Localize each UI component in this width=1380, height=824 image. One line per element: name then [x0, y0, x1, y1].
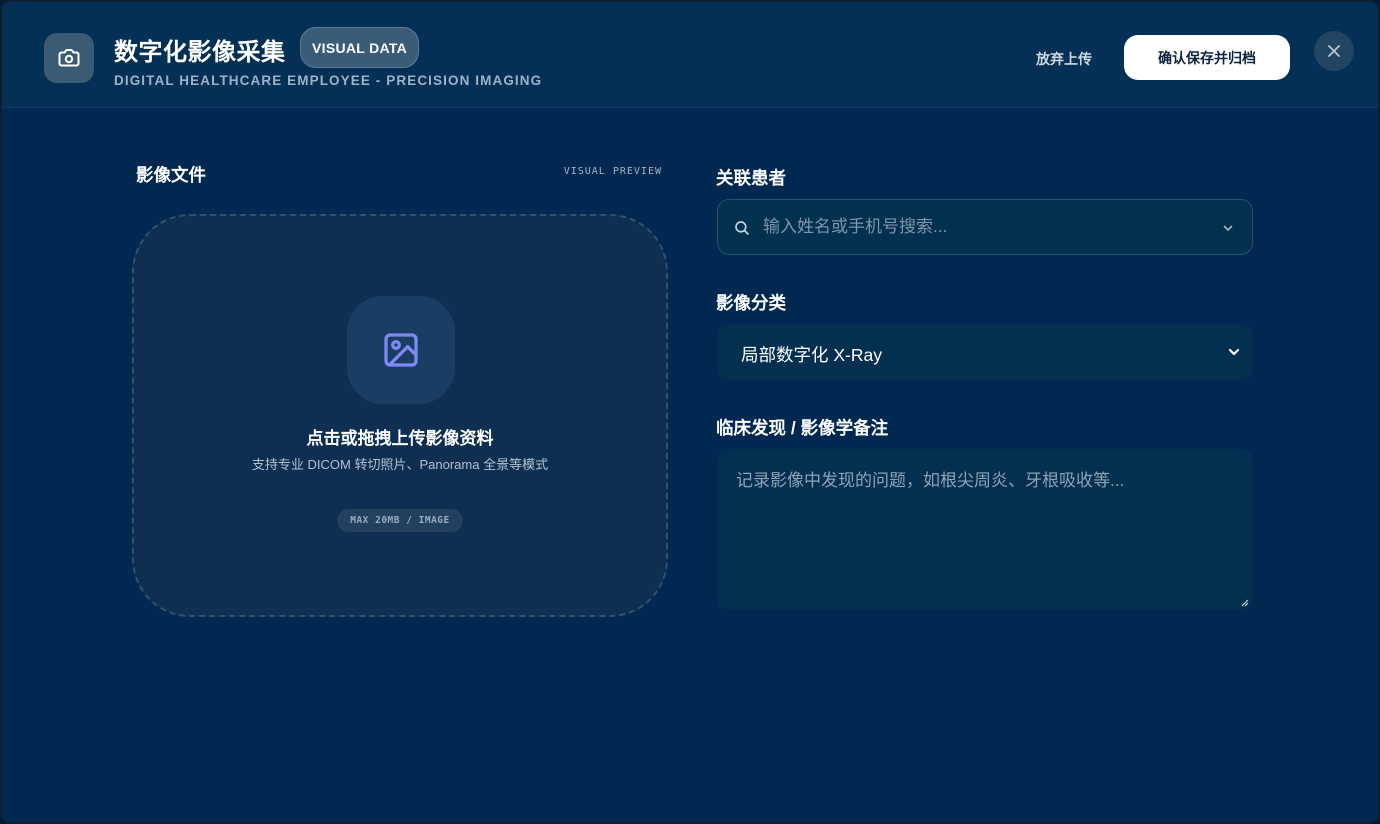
image-file-label: 影像文件: [136, 165, 206, 185]
clinical-notes-textarea[interactable]: [717, 449, 1253, 610]
patient-search-field[interactable]: [717, 199, 1253, 255]
image-icon: [384, 333, 418, 367]
patient-search-input[interactable]: [763, 200, 1203, 254]
discard-upload-button[interactable]: 放弃上传: [1022, 44, 1106, 74]
visual-preview-label: VISUAL PREVIEW: [563, 166, 662, 177]
patient-label: 关联患者: [716, 168, 786, 188]
upload-description: 支持专业 DICOM 转切照片、Panorama 全景等模式: [251, 457, 549, 472]
dialog-subtitle: DIGITAL HEALTHCARE EMPLOYEE - PRECISION …: [114, 73, 543, 88]
image-category-label: 影像分类: [716, 293, 786, 313]
camera-icon: [58, 49, 80, 67]
image-icon-box: [347, 296, 455, 404]
close-icon: [1328, 45, 1340, 57]
upload-dropzone[interactable]: 点击或拖拽上传影像资料 支持专业 DICOM 转切照片、Panorama 全景等…: [132, 214, 668, 617]
chevron-down-icon: [1228, 348, 1240, 356]
dialog-title: 数字化影像采集: [114, 39, 286, 66]
image-category-select[interactable]: 局部数字化 X-Ray: [717, 324, 1253, 380]
dialog-header: 数字化影像采集 VISUAL DATA DIGITAL HEALTHCARE E…: [2, 2, 1378, 108]
image-category-value: 局部数字化 X-Ray: [741, 345, 882, 365]
upload-title: 点击或拖拽上传影像资料: [306, 429, 494, 448]
resize-handle-icon[interactable]: [1240, 598, 1249, 607]
image-capture-dialog: 数字化影像采集 VISUAL DATA DIGITAL HEALTHCARE E…: [0, 0, 1380, 824]
visual-data-badge: VISUAL DATA: [300, 27, 420, 68]
camera-icon-box: [44, 33, 94, 83]
confirm-save-archive-button[interactable]: 确认保存并归档: [1124, 35, 1290, 80]
close-button[interactable]: [1314, 31, 1354, 71]
clinical-notes-label: 临床发现 / 影像学备注: [716, 418, 889, 438]
upload-size-limit-badge: MAX 20MB / IMAGE: [337, 509, 463, 532]
search-icon: [735, 221, 749, 235]
clinical-notes-field[interactable]: [717, 449, 1253, 610]
chevron-down-icon: [1223, 225, 1233, 231]
